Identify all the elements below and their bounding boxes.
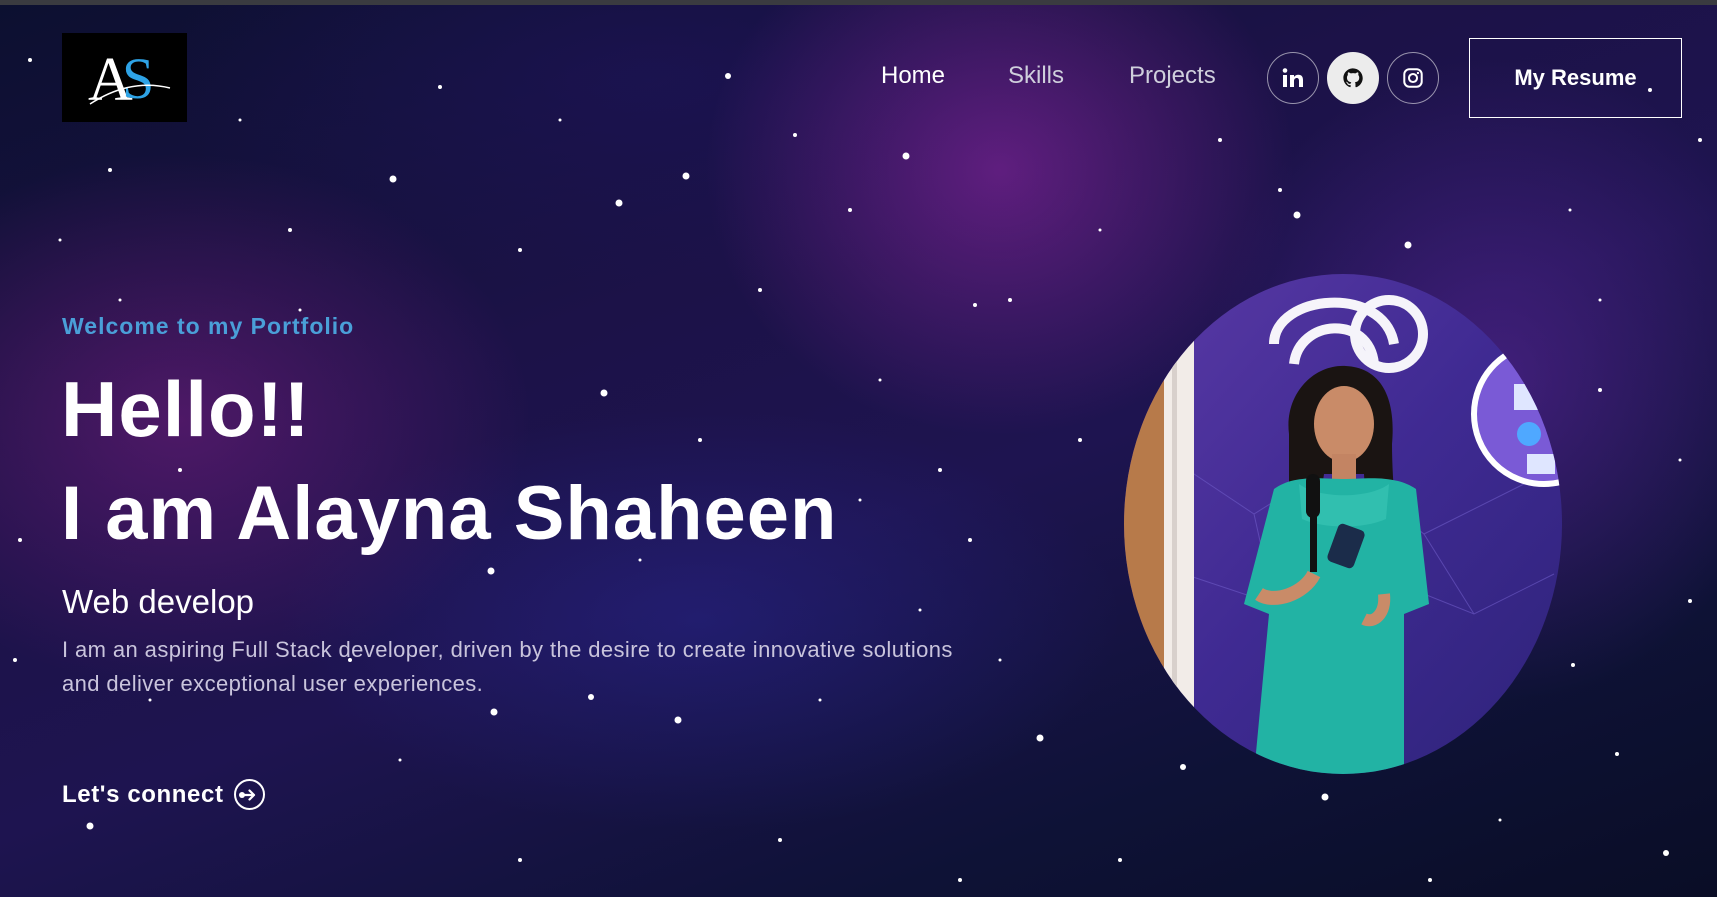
lets-connect-button[interactable]: Let's connect: [62, 779, 265, 810]
portfolio-page: A S Home Skills Projects My Resume Welco…: [0, 0, 1717, 897]
name-heading: I am Alayna Shaheen: [61, 471, 838, 556]
greeting-heading: Hello!!: [61, 365, 311, 453]
welcome-tagline: Welcome to my Portfolio: [62, 313, 355, 339]
logo-mark-icon: A S: [88, 46, 170, 114]
github-icon: [1343, 68, 1363, 88]
role-text: Web develop: [62, 583, 255, 620]
nav-skills[interactable]: Skills: [1008, 62, 1064, 90]
linkedin-button[interactable]: [1267, 52, 1319, 104]
nav-home[interactable]: Home: [881, 62, 945, 90]
profile-photo: [1124, 274, 1562, 774]
lets-connect-label: Let's connect: [62, 780, 224, 808]
linkedin-icon: [1282, 68, 1303, 87]
instagram-button[interactable]: [1387, 52, 1439, 104]
intro-description: I am an aspiring Full Stack developer, d…: [62, 637, 953, 696]
site-logo[interactable]: A S: [62, 33, 187, 122]
svg-text:S: S: [122, 46, 154, 111]
nav-projects[interactable]: Projects: [1129, 62, 1216, 90]
my-resume-button[interactable]: My Resume: [1469, 38, 1682, 118]
instagram-icon: [1403, 68, 1423, 88]
arrow-right-circle-icon: [233, 779, 265, 810]
github-button[interactable]: [1327, 52, 1379, 104]
